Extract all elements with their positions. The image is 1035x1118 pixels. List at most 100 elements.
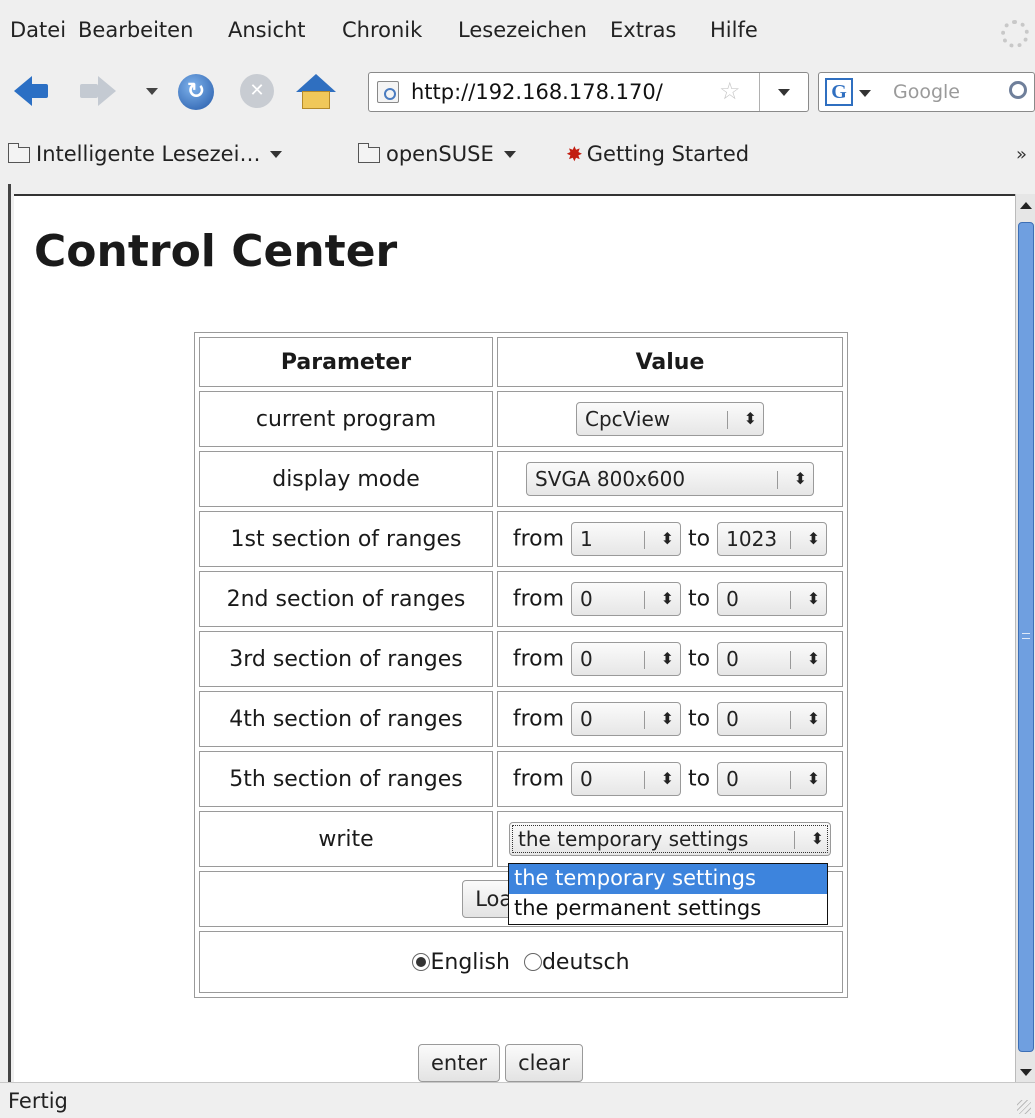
from-label: from [512,706,565,732]
select-arrows-icon: ⬍ [793,469,807,488]
folder-icon [358,143,380,163]
param-label: 4th section of ranges [199,691,493,747]
table-row: write the temporary settings ⬍ [199,811,843,867]
menu-ansicht[interactable]: Ansicht [228,18,306,42]
resize-grip-icon[interactable] [1017,1100,1031,1114]
range-3-to-select[interactable]: 0 ⬍ [717,642,828,676]
param-label: write [199,811,493,867]
select-arrows-icon: ⬍ [660,589,675,608]
param-label: 1st section of ranges [199,511,493,567]
range-1-to-select[interactable]: 1023 ⬍ [717,522,828,556]
menu-bar: Datei Bearbeiten Ansicht Chronik Lesezei… [0,0,1035,62]
select-arrows-icon: ⬍ [806,769,821,788]
select-arrows-icon: ⬍ [806,649,821,668]
table-row: 2nd section of ranges from 0 ⬍ to 0 ⬍ [199,571,843,627]
param-label: 5th section of ranges [199,751,493,807]
more-bookmarks-icon[interactable]: » [1016,144,1027,165]
select-arrows-icon: ⬍ [660,709,675,728]
from-label: from [512,766,565,792]
menu-lesezeichen[interactable]: Lesezeichen [458,18,587,42]
site-identity-icon[interactable] [377,81,399,103]
select-arrows-icon: ⬍ [660,769,675,788]
menu-extras[interactable]: Extras [610,18,676,42]
scroll-down-icon[interactable] [1020,1069,1032,1076]
bookmark-smart-folder[interactable]: Intelligente Lesezei… [8,142,283,166]
search-icon[interactable] [1009,81,1027,99]
dropdown-option[interactable]: the temporary settings [509,864,827,894]
bookmarks-toolbar: Intelligente Lesezei… openSUSE ✸ Getting … [0,126,1035,184]
from-label: from [512,526,565,552]
range-2-from-select[interactable]: 0 ⬍ [571,582,682,616]
table-row: 1st section of ranges from 1 ⬍ to 1023 ⬍ [199,511,843,567]
clear-button[interactable]: clear [505,1044,583,1082]
header-value: Value [497,337,843,387]
navigation-toolbar: ↻ ✕ http://192.168.178.170/ ☆ G Google [0,62,1035,126]
write-select[interactable]: the temporary settings ⬍ [509,822,831,856]
radio-label: deutsch [541,949,630,975]
status-text: Fertig [8,1089,68,1113]
page-content: Control Center Parameter Value current p… [14,194,1015,1082]
bookmark-star-icon[interactable]: ☆ [719,77,741,105]
from-label: from [512,646,565,672]
range-4-to-select[interactable]: 0 ⬍ [717,702,828,736]
form-buttons: enter clear [418,1044,583,1082]
menu-datei[interactable]: Datei [10,18,66,42]
throbber-icon [1001,20,1029,48]
to-label: to [688,706,711,732]
range-1-from-select[interactable]: 1 ⬍ [571,522,682,556]
select-arrows-icon: ⬍ [660,649,675,668]
to-label: to [688,766,711,792]
bookmark-opensuse-folder[interactable]: openSUSE [358,142,516,166]
select-arrows-icon: ⬍ [806,709,821,728]
range-2-to-select[interactable]: 0 ⬍ [717,582,828,616]
table-row: English deutsch [199,931,843,993]
select-arrows-icon: ⬍ [806,589,821,608]
menu-hilfe[interactable]: Hilfe [710,18,758,42]
menu-chronik[interactable]: Chronik [342,18,422,42]
param-label: 3rd section of ranges [199,631,493,687]
range-4-from-select[interactable]: 0 ⬍ [571,702,682,736]
scrollbar-thumb[interactable] [1018,222,1034,1052]
table-row: current program CpcView ⬍ [199,391,843,447]
display-mode-select[interactable]: SVGA 800x600 ⬍ [526,462,814,496]
status-bar: Fertig [0,1082,1035,1118]
menu-bearbeiten[interactable]: Bearbeiten [78,18,193,42]
bookmark-getting-started[interactable]: ✸ Getting Started [566,142,749,166]
folder-icon [8,143,30,163]
scroll-up-icon[interactable] [1020,202,1032,209]
param-label: 2nd section of ranges [199,571,493,627]
url-text[interactable]: http://192.168.178.170/ [411,80,663,104]
history-dropdown-icon[interactable] [146,88,158,95]
chevron-down-icon [270,151,283,158]
range-5-to-select[interactable]: 0 ⬍ [717,762,828,796]
current-program-select[interactable]: CpcView ⬍ [576,402,764,436]
from-label: from [512,586,565,612]
url-bar[interactable]: http://192.168.178.170/ ☆ [368,72,809,112]
table-row: display mode SVGA 800x600 ⬍ [199,451,843,507]
dropdown-option[interactable]: the permanent settings [509,894,827,924]
vertical-scrollbar[interactable] [1015,194,1035,1082]
url-dropdown-button[interactable] [759,73,809,111]
table-row: 4th section of ranges from 0 ⬍ to 0 ⬍ [199,691,843,747]
write-dropdown-list: the temporary settings the permanent set… [508,863,828,925]
header-parameter: Parameter [199,337,493,387]
enter-button[interactable]: enter [418,1044,501,1082]
search-engine-icon[interactable]: G [825,78,853,106]
reload-icon[interactable]: ↻ [178,74,214,110]
select-arrows-icon: ⬍ [806,529,821,548]
radio-english[interactable] [412,952,431,971]
range-3-from-select[interactable]: 0 ⬍ [571,642,682,676]
to-label: to [688,526,711,552]
content-frame: Control Center Parameter Value current p… [0,184,1035,1082]
param-label: current program [199,391,493,447]
select-arrows-icon: ⬍ [810,829,824,848]
search-bar[interactable]: G Google [818,72,1035,112]
select-arrows-icon: ⬍ [660,529,675,548]
param-label: display mode [199,451,493,507]
table-header-row: Parameter Value [199,337,843,387]
search-engine-dropdown-icon[interactable] [859,90,871,97]
range-5-from-select[interactable]: 0 ⬍ [571,762,682,796]
radio-deutsch[interactable] [523,952,542,971]
search-input[interactable]: Google [893,81,960,103]
stop-icon[interactable]: ✕ [240,74,274,108]
